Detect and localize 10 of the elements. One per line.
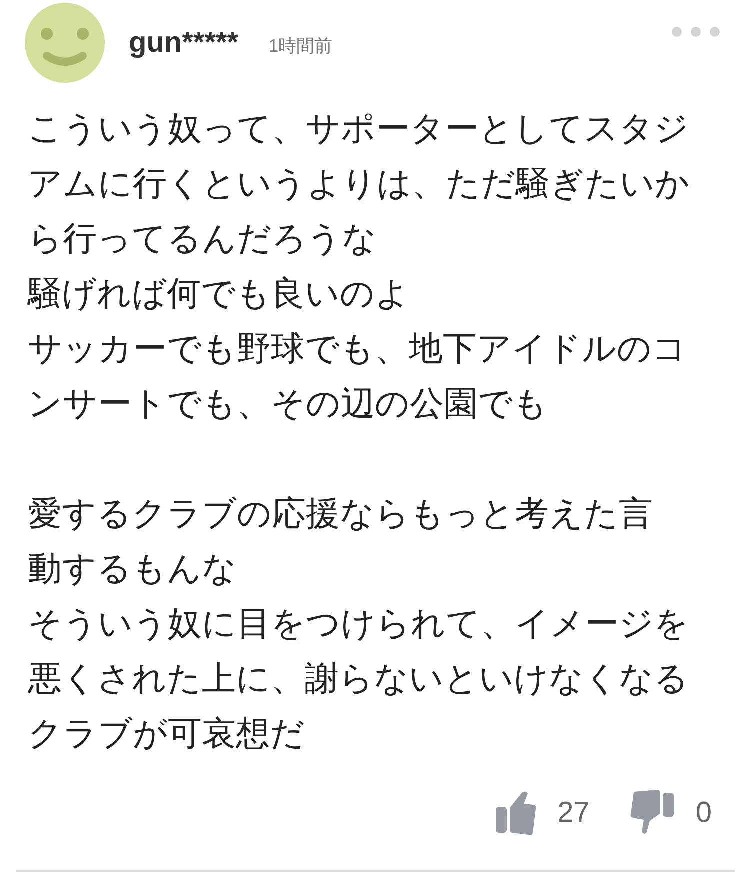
thumbs-down-icon[interactable]: [630, 790, 674, 836]
comment-paragraph: 愛するクラブの応援ならもっと考えた言 動するもんな そういう奴に目をつけられて、イメージを 悪くされた上に、謝らないといけなくなる クラブが可哀想だ: [28, 494, 690, 755]
comment-paragraph: こういう奴って、サポーターとしてスタジ アムに行くというよりは、ただ騒ぎたいか ら行ってるんだろうな 騒げれば何でも良いのよ サッカーでも野球でも、地下アイドルのコ ンサートでも、その辺の公園でも: [28, 109, 691, 425]
post-time: 1時間前: [268, 35, 333, 58]
dislike-count: 0: [696, 796, 712, 830]
like-count: 27: [558, 796, 590, 830]
thumbs-up-icon[interactable]: [496, 790, 536, 836]
more-options-icon[interactable]: [672, 27, 720, 37]
smiley-avatar-icon: [25, 3, 105, 83]
username: gun*****: [129, 26, 239, 60]
